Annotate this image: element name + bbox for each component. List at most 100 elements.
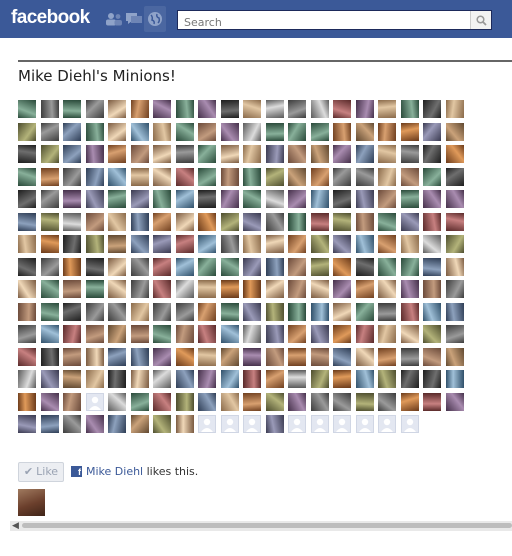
friend-photo-tile[interactable] [243, 392, 261, 411]
friend-photo-tile[interactable] [198, 235, 216, 253]
friend-photo-tile[interactable] [243, 280, 261, 298]
friend-photo-tile[interactable] [130, 122, 149, 141]
friend-photo-tile[interactable] [310, 235, 329, 253]
friend-photo-tile[interactable] [153, 325, 171, 343]
friend-photo-tile[interactable] [445, 145, 464, 163]
friend-photo-tile[interactable] [108, 167, 126, 186]
friend-photo-tile[interactable] [243, 145, 261, 163]
friend-photo-tile[interactable] [445, 370, 464, 388]
horizontal-scrollbar[interactable]: ◀ [10, 521, 512, 531]
friend-photo-tile[interactable] [400, 145, 419, 163]
friend-photo-tile[interactable] [18, 145, 36, 163]
friend-photo-tile[interactable] [220, 145, 239, 163]
friend-photo-tile[interactable] [355, 212, 374, 231]
friend-photo-tile[interactable] [355, 235, 374, 253]
friend-photo-tile[interactable] [40, 280, 59, 298]
friend-photo-tile[interactable] [333, 325, 351, 343]
friend-photo-tile[interactable] [85, 302, 104, 321]
friend-photo-tile[interactable] [423, 190, 441, 208]
search-button[interactable] [470, 11, 491, 29]
friend-photo-tile[interactable] [288, 392, 306, 411]
friend-photo-tile[interactable] [85, 145, 104, 163]
friend-photo-tile[interactable] [355, 122, 374, 141]
friend-photo-tile[interactable] [378, 212, 396, 231]
friend-photo-tile[interactable] [198, 370, 216, 388]
friend-photo-tile[interactable] [400, 190, 419, 208]
friend-photo-tile[interactable] [130, 325, 149, 343]
friend-photo-tile[interactable] [423, 347, 441, 366]
friend-photo-tile[interactable] [108, 415, 126, 433]
friend-photo-tile[interactable] [18, 415, 36, 433]
friend-photo-tile[interactable] [153, 235, 171, 253]
friend-photo-tile[interactable] [85, 415, 104, 433]
friend-photo-tile[interactable] [63, 370, 81, 388]
friend-photo-tile[interactable] [400, 302, 419, 321]
friend-photo-tile[interactable] [288, 145, 306, 163]
friend-photo-tile[interactable] [220, 325, 239, 343]
friend-photo-tile[interactable] [423, 122, 441, 141]
friend-photo-tile[interactable] [243, 167, 261, 186]
friend-photo-tile[interactable] [18, 302, 36, 321]
friend-photo-tile[interactable] [378, 370, 396, 388]
friend-photo-tile[interactable] [265, 392, 284, 411]
friend-photo-tile[interactable] [310, 257, 329, 276]
friend-photo-tile[interactable] [355, 302, 374, 321]
scrollbar-thumb[interactable] [22, 523, 512, 528]
search-field[interactable] [177, 10, 492, 32]
friend-photo-tile[interactable] [130, 167, 149, 186]
friend-photo-tile[interactable] [63, 415, 81, 433]
friend-photo-tile[interactable] [85, 235, 104, 253]
friend-photo-tile[interactable] [355, 167, 374, 186]
friend-photo-tile[interactable] [445, 257, 464, 276]
friend-photo-tile[interactable] [175, 370, 194, 388]
friend-photo-tile[interactable] [63, 122, 81, 141]
friend-photo-tile[interactable] [333, 392, 351, 411]
friend-photo-tile[interactable] [18, 190, 36, 208]
friend-photo-tile[interactable] [153, 392, 171, 411]
friend-photo-tile[interactable] [243, 100, 261, 118]
friend-photo-tile[interactable] [85, 280, 104, 298]
friend-photo-tile[interactable] [333, 370, 351, 388]
friend-photo-tile[interactable] [108, 347, 126, 366]
friend-photo-tile[interactable] [423, 370, 441, 388]
friend-photo-tile[interactable] [333, 212, 351, 231]
friend-photo-tile[interactable] [288, 302, 306, 321]
friend-photo-tile[interactable] [18, 280, 36, 298]
friend-photo-tile[interactable] [220, 122, 239, 141]
friend-photo-tile[interactable] [175, 302, 194, 321]
friend-photo-tile[interactable] [63, 392, 81, 411]
friend-photo-tile[interactable] [355, 280, 374, 298]
friend-photo-tile[interactable] [265, 325, 284, 343]
friend-photo-tile[interactable] [310, 190, 329, 208]
friend-photo-tile[interactable] [198, 347, 216, 366]
friend-photo-tile[interactable] [85, 190, 104, 208]
friend-photo-tile[interactable] [220, 212, 239, 231]
friend-photo-tile[interactable] [220, 167, 239, 186]
friend-photo-tile[interactable] [153, 370, 171, 388]
friend-photo-tile[interactable] [85, 325, 104, 343]
friend-photo-tile[interactable] [333, 122, 351, 141]
friend-photo-tile[interactable] [18, 370, 36, 388]
friend-photo-tile[interactable] [243, 302, 261, 321]
friend-photo-tile[interactable] [220, 190, 239, 208]
friend-photo-tile[interactable] [198, 257, 216, 276]
friend-photo-tile[interactable] [265, 145, 284, 163]
friend-photo-tile[interactable] [175, 235, 194, 253]
friend-photo-tile[interactable] [153, 100, 171, 118]
friend-photo-tile[interactable] [220, 280, 239, 298]
friend-photo-tile[interactable] [40, 212, 59, 231]
friend-photo-tile[interactable] [243, 235, 261, 253]
friend-photo-tile[interactable] [40, 235, 59, 253]
friend-photo-tile[interactable] [40, 167, 59, 186]
friend-photo-tile[interactable] [400, 212, 419, 231]
friend-photo-tile[interactable] [445, 190, 464, 208]
friend-photo-tile[interactable] [400, 325, 419, 343]
friend-photo-tile[interactable] [18, 235, 36, 253]
friend-photo-tile[interactable] [310, 122, 329, 141]
friend-photo-tile[interactable] [198, 325, 216, 343]
friend-photo-tile[interactable] [355, 392, 374, 411]
friend-photo-tile[interactable] [378, 235, 396, 253]
friend-photo-tile[interactable] [153, 167, 171, 186]
friend-photo-tile[interactable] [265, 370, 284, 388]
friend-photo-tile[interactable] [18, 257, 36, 276]
